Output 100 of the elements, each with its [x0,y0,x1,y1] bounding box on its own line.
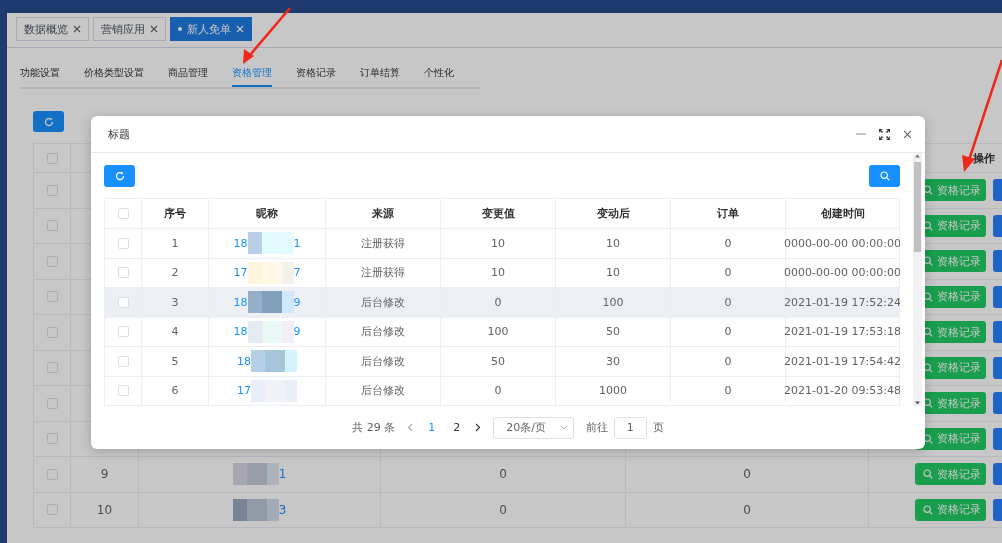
table-cell: 0 [724,325,732,339]
refresh-button[interactable] [33,111,64,132]
checkbox[interactable] [46,291,58,303]
close-icon[interactable] [73,25,81,33]
prev-page-icon[interactable] [407,423,414,432]
column-header: 来源 [372,206,394,221]
column-header: 变动后 [596,206,630,221]
page-size-select[interactable]: 20条/页 [493,416,574,439]
checkbox[interactable] [46,397,58,409]
nickname-link[interactable]: 9 [293,325,301,339]
table-cell: 2021-01-19 17:54:42 [784,354,900,368]
sub-tab[interactable]: 资格记录 [296,62,336,87]
sub-tab[interactable]: 价格类型设置 [84,62,144,87]
sub-tab[interactable]: 功能设置 [20,62,60,87]
table-cell: 2 [171,266,179,280]
column-header: 订单 [717,206,739,221]
table-cell: 后台修改 [361,324,405,340]
checkbox[interactable] [46,468,58,480]
fullscreen-icon[interactable] [879,128,890,140]
nickname-link[interactable]: 18 [233,325,248,339]
page-number[interactable]: 1 [425,421,439,434]
nickname-link[interactable]: 3 [278,502,287,517]
table-cell: 0 [724,236,732,250]
sub-tab[interactable]: 商品管理 [168,62,208,87]
page-tab[interactable]: 新人免单 [170,17,252,41]
table-cell: 50 [491,354,505,368]
table-cell: 0000-00-00 00:00:00 [784,266,900,280]
nickname-link[interactable]: 17 [233,266,248,280]
table-cell: 0 [724,266,732,280]
checkbox[interactable] [46,152,58,164]
checkbox[interactable] [117,208,129,219]
page-tab[interactable]: 营销应用 [93,17,166,41]
checkbox[interactable] [117,267,129,279]
table-cell: 后台修改 [361,353,405,369]
nickname-link[interactable]: 1 [293,236,301,250]
table-row[interactable]: 1 18 1 注册获得 10 10 0 0000-00-00 00:00:00 [105,229,899,259]
checkbox[interactable] [117,326,129,338]
table-cell: 10 [606,236,620,250]
sub-tab[interactable]: 个性化 [424,62,454,87]
table-cell: 2021-01-19 17:52:24 [784,295,900,309]
checkbox[interactable] [46,362,58,374]
next-page-icon[interactable] [475,423,482,432]
page-number[interactable]: 2 [450,421,464,434]
table-cell: 50 [606,325,620,339]
checkbox[interactable] [46,326,58,338]
table-cell: 2021-01-19 17:53:18 [784,325,900,339]
tab-label: 营销应用 [101,21,145,37]
page-tab[interactable]: 数据概览 [16,17,89,41]
checkbox[interactable] [117,355,129,367]
table-cell: 0 [724,384,732,398]
table-cell: 0 [724,295,732,309]
table-cell: 0 [381,457,626,493]
checkbox[interactable] [46,220,58,232]
redaction-mosaic [251,350,297,373]
table-row[interactable]: 5 18 后台修改 50 30 0 2021-01-19 17:54:42 [105,347,899,377]
scrollbar[interactable] [913,153,922,406]
checkbox[interactable] [46,433,58,445]
page-input[interactable]: 1 [613,416,647,439]
close-icon[interactable] [903,129,912,139]
checkbox[interactable] [46,504,58,516]
redaction-mosaic [232,463,279,486]
checkbox[interactable] [117,385,129,397]
table-cell: 100 [602,295,624,309]
scroll-up-icon[interactable] [914,153,921,159]
close-icon[interactable] [150,25,158,33]
checkbox[interactable] [117,296,129,308]
scroll-down-icon[interactable] [914,400,921,406]
table-cell: 5 [171,354,179,368]
nickname-link[interactable]: 17 [237,384,251,398]
refresh-button[interactable] [104,165,135,187]
sub-tab[interactable]: 订单结算 [360,62,400,87]
scroll-thumb[interactable] [914,162,921,252]
table-cell: 注册获得 [361,235,405,251]
record-button[interactable]: 资格记录 [915,463,987,486]
nickname-link[interactable]: 1 [278,467,287,482]
active-dot [178,27,182,31]
checkbox[interactable] [46,255,58,267]
table-row[interactable]: 4 18 9 后台修改 100 50 0 2021-01-19 17:53:18 [105,317,899,347]
search-icon [879,171,890,181]
checkbox[interactable] [117,237,129,249]
nickname-link[interactable]: 18 [233,295,248,309]
nickname-link[interactable]: 7 [293,266,301,280]
column-header: 昵称 [256,206,278,221]
column-header: 创建时间 [820,206,865,221]
nickname-link[interactable]: 18 [237,354,251,368]
table-cell: 10 [71,492,139,528]
table-cell: 10 [606,266,620,280]
column-header: 序号 [164,206,186,221]
table-cell: 100 [487,325,509,339]
nickname-link[interactable]: 9 [293,295,301,309]
table-row[interactable]: 3 18 9 后台修改 0 100 0 2021-01-19 17:52:24 [105,288,899,318]
record-button[interactable]: 资格记录 [915,498,987,521]
search-button[interactable] [869,165,900,187]
nickname-link[interactable]: 18 [233,236,248,250]
table-cell: 0000-00-00 00:00:00 [784,236,900,250]
search-icon [923,504,933,515]
table-cell: 1000 [599,384,627,398]
refresh-icon [43,116,54,127]
checkbox[interactable] [46,184,58,196]
table-row[interactable]: 6 17 后台修改 0 1000 0 2021-01-20 09:53:48 [105,376,899,406]
